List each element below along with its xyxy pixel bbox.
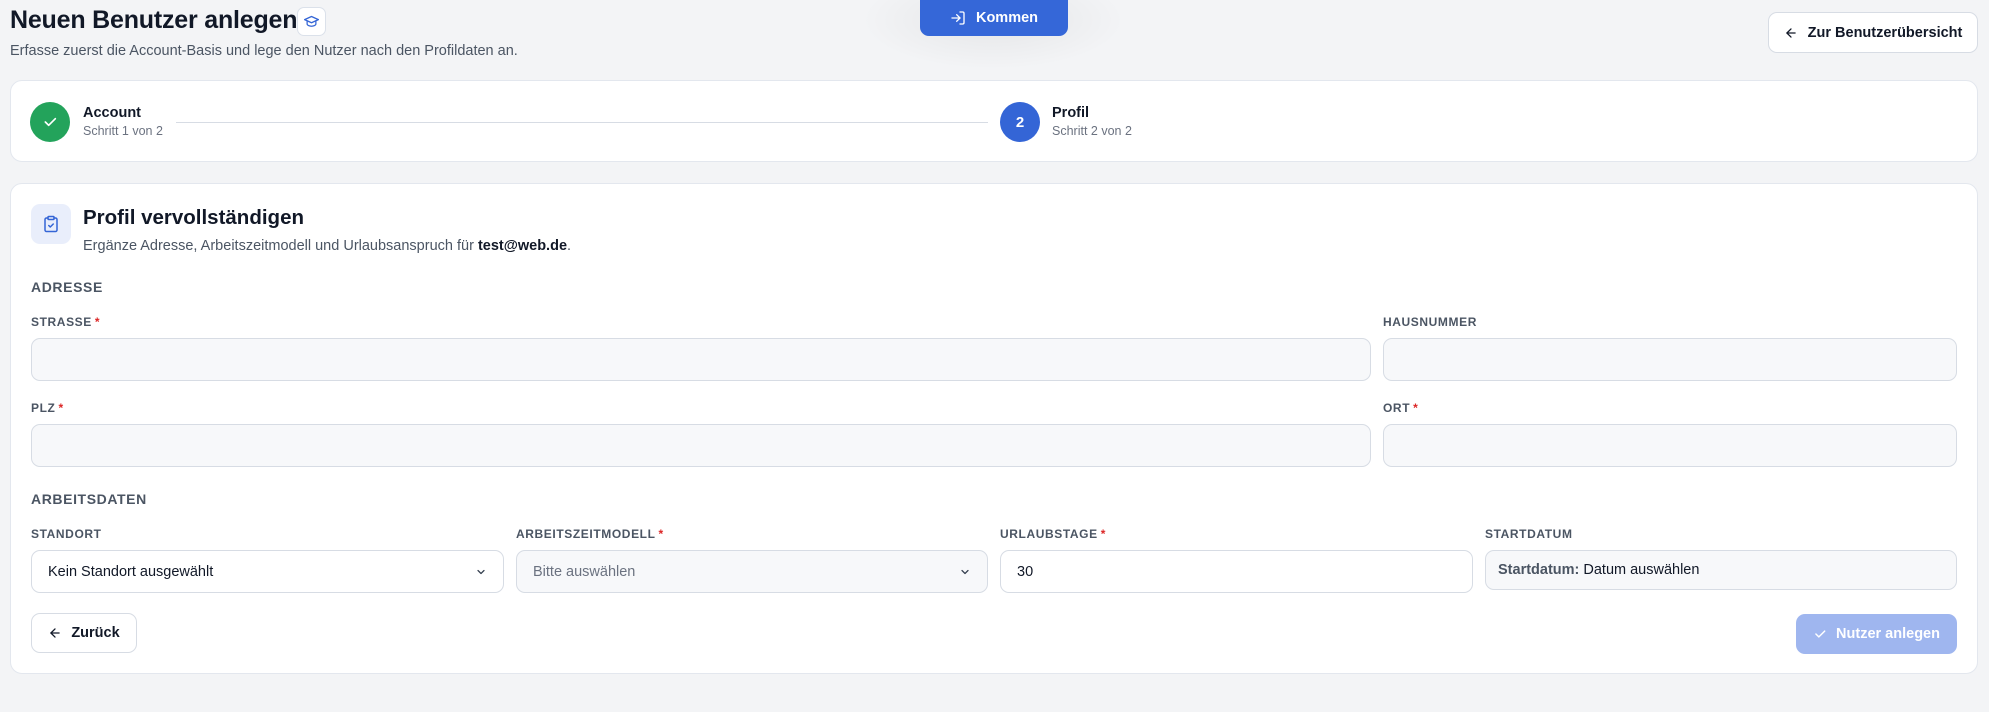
- check-icon: [1815, 630, 1826, 638]
- back-button[interactable]: Zurück: [31, 613, 137, 653]
- page-title: Neuen Benutzer anlegen: [10, 6, 298, 34]
- work-model-label: ARBEITSZEITMODELL *: [516, 527, 664, 541]
- check-icon: [44, 117, 57, 127]
- sign-in-icon: [951, 11, 965, 25]
- back-to-overview-label: Zur Benutzerübersicht: [1807, 24, 1963, 41]
- location-select-value: Kein Standort ausgewählt: [48, 563, 214, 580]
- work-model-label-text: ARBEITSZEITMODELL: [516, 527, 656, 541]
- stepper-connector: [176, 122, 988, 123]
- create-user-label: Nutzer anlegen: [1836, 626, 1940, 642]
- house-number-label: HAUSNUMMER: [1383, 315, 1477, 329]
- city-input[interactable]: [1383, 424, 1957, 467]
- vacation-days-label-text: URLAUBSTAGE: [1000, 527, 1098, 541]
- page-subtitle: Erfasse zuerst die Account-Basis und leg…: [10, 43, 518, 59]
- location-label: STANDORT: [31, 527, 102, 541]
- city-label: ORT *: [1383, 401, 1418, 415]
- address-heading: ADRESSE: [31, 279, 103, 295]
- zip-label-text: PLZ: [31, 401, 56, 415]
- create-user-button[interactable]: Nutzer anlegen: [1796, 614, 1957, 654]
- back-to-overview-button[interactable]: Zur Benutzerübersicht: [1768, 12, 1978, 53]
- back-button-label: Zurück: [71, 625, 120, 641]
- start-date-value: Datum auswählen: [1583, 562, 1700, 578]
- work-data-heading: ARBEITSDATEN: [31, 491, 147, 507]
- required-marker: *: [94, 315, 101, 329]
- form-title: Profil vervollständigen: [83, 206, 304, 229]
- clipboard-check-icon: [31, 204, 71, 244]
- zip-input[interactable]: [31, 424, 1371, 467]
- vacation-days-label: URLAUBSTAGE *: [1000, 527, 1106, 541]
- street-input[interactable]: [31, 338, 1371, 381]
- step-account-indicator: [30, 102, 70, 142]
- step-profile-indicator: 2: [1000, 102, 1040, 142]
- clock-in-button[interactable]: Kommen: [920, 0, 1068, 36]
- street-label-text: STRASSE: [31, 315, 92, 329]
- zip-label: PLZ *: [31, 401, 64, 415]
- start-date-key: Startdatum:: [1498, 562, 1580, 578]
- clock-in-label: Kommen: [975, 10, 1039, 26]
- location-select[interactable]: Kein Standort ausgewählt: [31, 550, 504, 593]
- step-account-subtitle: Schritt 1 von 2: [83, 124, 163, 138]
- city-label-text: ORT: [1383, 401, 1411, 415]
- vacation-days-input[interactable]: 30: [1000, 550, 1473, 593]
- work-model-select[interactable]: Bitte auswählen: [516, 550, 988, 593]
- required-marker: *: [58, 401, 64, 415]
- user-email: test@web.de: [477, 238, 568, 254]
- stepper-card: [10, 80, 1978, 162]
- start-date-label: STARTDATUM: [1485, 527, 1573, 541]
- step-account-title: Account: [83, 105, 141, 121]
- step-profile-title: Profil: [1052, 105, 1090, 121]
- form-description-text: Ergänze Adresse, Arbeitszeitmodell und U…: [83, 238, 478, 254]
- step-profile-subtitle: Schritt 2 von 2: [1052, 124, 1132, 138]
- arrow-left-icon: [50, 628, 61, 638]
- required-marker: *: [658, 527, 664, 541]
- work-model-select-placeholder: Bitte auswählen: [533, 563, 636, 580]
- street-label: STRASSE *: [31, 315, 100, 329]
- arrow-left-icon: [1785, 27, 1796, 38]
- required-marker: *: [1100, 527, 1106, 541]
- required-marker: *: [1413, 401, 1419, 415]
- graduation-cap-icon[interactable]: [297, 7, 326, 36]
- house-number-input[interactable]: [1383, 338, 1957, 381]
- start-date-picker[interactable]: Startdatum: Datum auswählen: [1485, 550, 1957, 590]
- form-description-end: .: [567, 238, 572, 254]
- form-description: Ergänze Adresse, Arbeitszeitmodell und U…: [83, 238, 571, 254]
- chevron-down-icon: [477, 569, 485, 574]
- chevron-down-icon: [961, 569, 969, 574]
